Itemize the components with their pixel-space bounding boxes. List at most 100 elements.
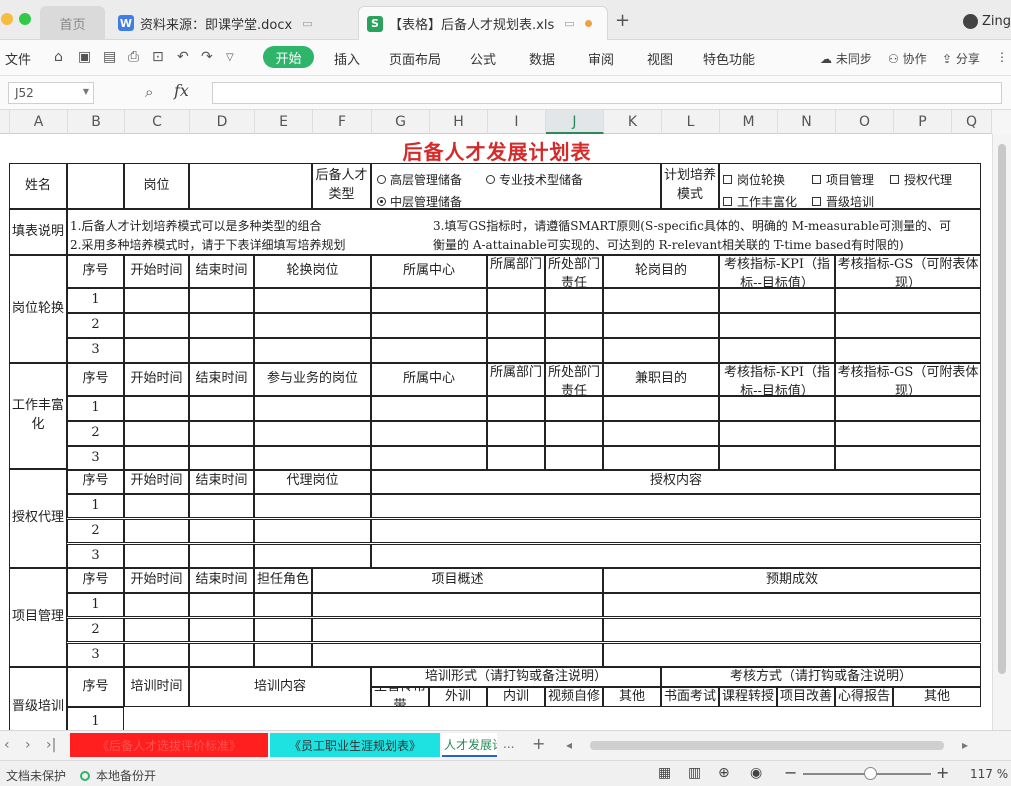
data-cell[interactable] [124,643,189,667]
col-header-h[interactable]: H [430,110,488,134]
data-cell[interactable] [835,446,981,471]
data-cell[interactable] [603,643,981,667]
data-cell[interactable] [487,446,545,471]
data-cell[interactable] [124,519,189,543]
col-header-e[interactable]: E [255,110,313,134]
eye-protection-icon[interactable]: ◉ [750,765,762,781]
collab-button[interactable]: ⚇ 协作 [888,50,927,67]
print-preview-icon[interactable]: ⊡ [152,49,164,65]
data-cell[interactable] [719,396,835,421]
name-box[interactable]: J52 ▼ [8,82,94,104]
more-sheets-button[interactable]: ... [503,737,514,751]
data-cell[interactable] [254,396,371,421]
data-cell[interactable] [835,421,981,446]
user-account[interactable]: Zing [962,14,1011,29]
data-cell[interactable] [719,421,835,446]
data-cell[interactable] [189,288,254,313]
col-header-k[interactable]: K [604,110,662,134]
sheet-tab-talent-plan[interactable]: 人才发展计 [442,733,497,757]
col-header-n[interactable]: N [778,110,836,134]
plan-option-promotion[interactable]: 晋级培训 [812,193,874,210]
data-cell[interactable] [189,313,254,338]
data-cell[interactable] [189,494,254,518]
data-cell[interactable] [189,593,254,617]
data-cell[interactable] [603,338,719,363]
maximize-window-button[interactable] [19,13,31,25]
data-cell[interactable] [603,313,719,338]
last-sheet-icon[interactable]: ›| [46,737,56,753]
normal-view-icon[interactable]: ▦ [658,765,671,781]
horizontal-scroll-thumb[interactable] [590,741,944,750]
data-cell[interactable] [189,544,254,568]
reserve-option-technical[interactable]: 专业技术型储备 [486,171,583,188]
row-number-cell[interactable]: 1 [67,396,124,421]
data-cell[interactable] [719,446,835,471]
row-number-cell[interactable]: 1 [67,707,124,730]
row-number-cell[interactable]: 2 [67,313,124,338]
data-cell[interactable] [124,593,189,617]
col-header-d[interactable]: D [190,110,255,134]
data-cell[interactable] [254,494,371,518]
zoom-level[interactable]: 117 % [970,767,1008,781]
col-header-i[interactable]: I [488,110,546,134]
more-options-icon[interactable]: ⋮ [996,50,1008,64]
data-cell[interactable] [254,593,312,617]
data-cell[interactable] [719,313,835,338]
data-cell[interactable] [124,494,189,518]
data-cell[interactable] [545,338,603,363]
data-cell[interactable] [254,421,371,446]
data-cell[interactable] [487,338,545,363]
data-cell[interactable] [189,446,254,471]
magnifier-icon[interactable]: ⌕ [145,83,153,101]
reserve-option-middle[interactable]: 中层管理储备 [377,193,462,210]
col-header-g[interactable]: G [372,110,430,134]
scroll-right-icon[interactable]: ▸ [962,738,968,752]
menu-insert[interactable]: 插入 [334,49,360,68]
menu-review[interactable]: 审阅 [588,49,614,68]
data-cell[interactable] [189,618,254,642]
col-header-l[interactable]: L [662,110,720,134]
menu-file[interactable]: 文件 [5,49,31,68]
data-cell[interactable] [254,643,312,667]
data-cell[interactable] [487,288,545,313]
data-cell[interactable] [254,544,371,568]
scroll-left-icon[interactable]: ◂ [566,738,572,752]
col-header-c[interactable]: C [125,110,190,134]
data-cell[interactable] [719,338,835,363]
minimize-window-button[interactable] [1,13,13,25]
data-cell[interactable] [487,396,545,421]
col-header-b[interactable]: B [68,110,125,134]
zoom-out-button[interactable]: − [784,763,797,782]
data-cell[interactable] [124,446,189,471]
col-header-m[interactable]: M [720,110,778,134]
menu-page-layout[interactable]: 页面布局 [389,49,441,68]
data-cell[interactable] [124,288,189,313]
data-cell[interactable] [371,313,487,338]
data-cell[interactable] [545,396,603,421]
data-cell[interactable] [254,519,371,543]
data-cell[interactable] [371,396,487,421]
row-number-cell[interactable]: 1 [67,593,124,617]
menu-start[interactable]: 开始 [263,46,314,68]
data-cell[interactable] [835,396,981,421]
data-cell[interactable] [124,618,189,642]
local-backup-status[interactable]: 本地备份开 [80,767,156,784]
data-cell[interactable] [254,313,371,338]
data-cell[interactable] [124,338,189,363]
col-header-o[interactable]: O [836,110,894,134]
col-header-a[interactable]: A [10,110,68,134]
data-cell[interactable] [835,288,981,313]
row-number-cell[interactable]: 3 [67,544,124,568]
data-cell[interactable] [371,288,487,313]
data-cell[interactable] [545,313,603,338]
zoom-in-button[interactable]: + [936,763,949,782]
row-number-cell[interactable]: 3 [67,446,124,471]
add-sheet-button[interactable]: + [532,734,545,753]
post-value-cell[interactable] [189,163,312,209]
data-cell[interactable] [545,288,603,313]
first-sheet-icon[interactable]: ‹ [4,737,10,753]
data-cell[interactable] [189,396,254,421]
data-cell[interactable] [254,618,312,642]
data-cell[interactable] [603,446,719,471]
plan-option-delegation[interactable]: 授权代理 [890,171,952,188]
